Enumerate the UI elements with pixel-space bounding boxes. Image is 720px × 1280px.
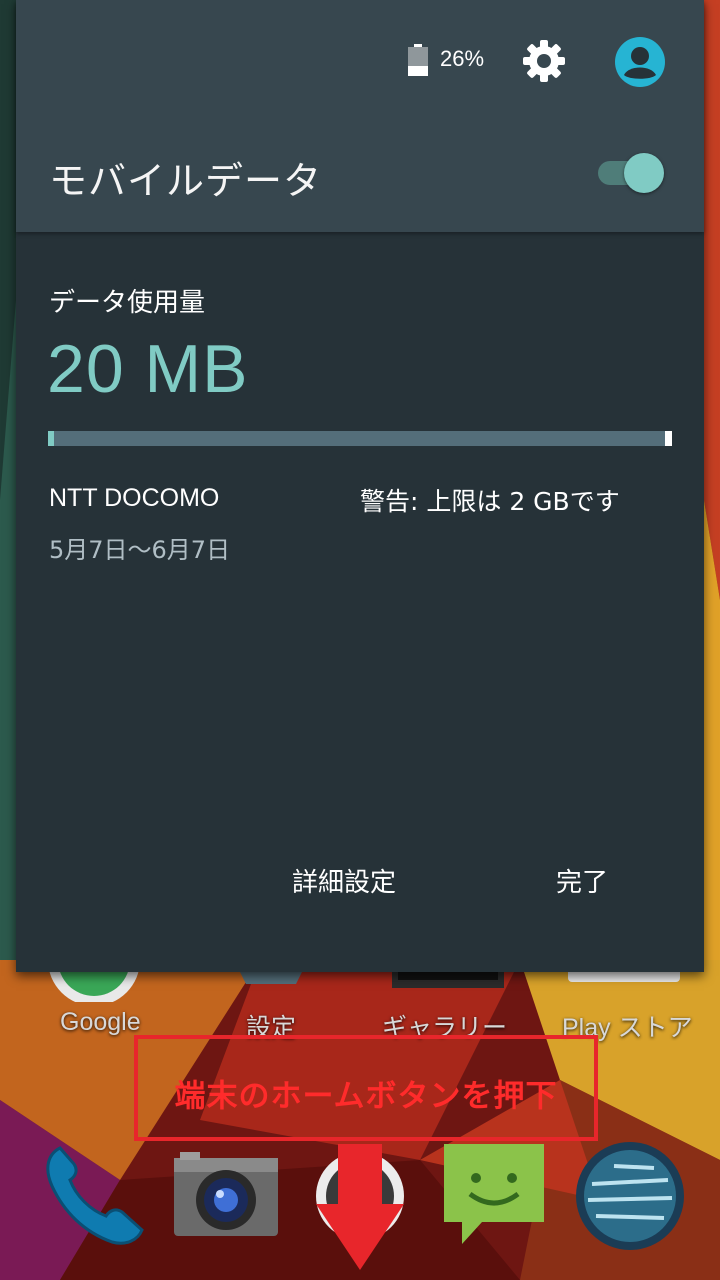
data-usage-bar (48, 431, 672, 446)
arrow-down-icon (316, 1144, 404, 1270)
annotation-text: 端末のホームボタンを押下 (174, 1078, 558, 1115)
battery-icon (408, 44, 428, 76)
billing-period: 5月7日〜6月7日 (49, 536, 231, 564)
data-limit-marker (665, 431, 672, 446)
detail-settings-button[interactable]: 詳細設定 (292, 862, 396, 899)
carrier-name: NTT DOCOMO (49, 484, 220, 512)
toggle-thumb (624, 153, 664, 193)
phone-icon[interactable] (38, 1138, 148, 1248)
data-usage-value: 20 MB (47, 331, 249, 407)
status-row: 26% (16, 36, 704, 87)
data-usage-fill (48, 431, 54, 446)
annotation-box: 端末のホームボタンを押下 (134, 1035, 598, 1141)
mobile-data-panel: 26% モバイルデータ データ使用量 20 MB NTT DOCOMO 警告: … (16, 0, 704, 972)
browser-icon[interactable] (574, 1140, 686, 1252)
messenger-icon[interactable] (442, 1142, 546, 1246)
gear-icon[interactable] (522, 39, 566, 83)
app-label-google[interactable]: Google (60, 1008, 141, 1037)
mobile-data-title: モバイルデータ (49, 159, 323, 203)
done-button[interactable]: 完了 (556, 862, 608, 899)
data-warning-text: 警告: 上限は 2 GBです (360, 487, 620, 516)
mobile-data-toggle[interactable] (596, 153, 666, 193)
panel-header: 26% モバイルデータ (16, 0, 704, 232)
data-usage-label: データ使用量 (49, 288, 206, 318)
camera-icon[interactable] (172, 1150, 280, 1238)
battery-percentage: 26% (440, 46, 485, 71)
account-icon[interactable] (615, 37, 665, 87)
